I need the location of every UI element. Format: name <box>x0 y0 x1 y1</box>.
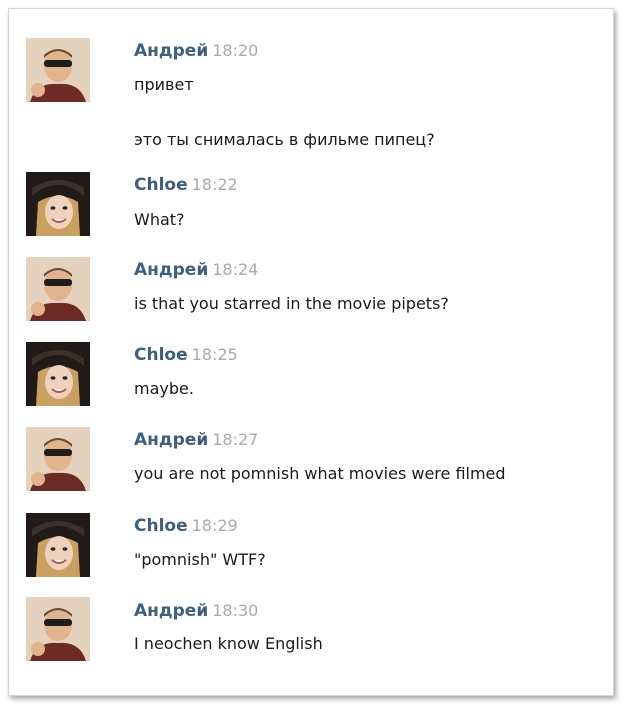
message-text: What? <box>134 210 185 229</box>
chloe-avatar[interactable] <box>26 172 90 236</box>
author-name[interactable]: Chloe <box>134 345 188 365</box>
message-author[interactable]: Андрей 18:27 <box>134 430 258 450</box>
message-text: это ты снималась в фильме пипец? <box>134 130 435 149</box>
message-time: 18:29 <box>191 516 238 535</box>
message-time: 18:27 <box>212 430 259 449</box>
message-author[interactable]: Андрей 18:30 <box>134 601 258 621</box>
andrey-avatar[interactable] <box>26 38 90 102</box>
author-name[interactable]: Андрей <box>134 601 208 621</box>
chloe-avatar[interactable] <box>26 513 90 577</box>
message-text: maybe. <box>134 379 194 398</box>
message-text: "pomnish" WTF? <box>134 550 266 569</box>
andrey-avatar-photo-icon <box>26 38 90 102</box>
author-name[interactable]: Андрей <box>134 260 208 280</box>
message-time: 18:30 <box>212 601 259 620</box>
andrey-avatar-photo-icon <box>26 257 90 321</box>
message-time: 18:22 <box>191 175 238 194</box>
message-text: привет <box>134 75 194 94</box>
author-name[interactable]: Chloe <box>134 175 188 195</box>
message-time: 18:25 <box>191 345 238 364</box>
chloe-avatar-photo-icon <box>26 513 90 577</box>
message-author[interactable]: Андрей 18:24 <box>134 260 258 280</box>
andrey-avatar-photo-icon <box>26 427 90 491</box>
message-time: 18:20 <box>212 41 259 60</box>
message-author[interactable]: Chloe 18:22 <box>134 175 238 195</box>
andrey-avatar[interactable] <box>26 597 90 661</box>
author-name[interactable]: Chloe <box>134 516 188 536</box>
chloe-avatar-photo-icon <box>26 342 90 406</box>
message-author[interactable]: Андрей 18:20 <box>134 41 258 61</box>
andrey-avatar-photo-icon <box>26 597 90 661</box>
message-text: is that you starred in the movie pipets? <box>134 294 449 313</box>
chat-window: Андрей 18:20 привет это ты снималась в фи… <box>8 8 614 696</box>
author-name[interactable]: Андрей <box>134 430 208 450</box>
chloe-avatar-photo-icon <box>26 172 90 236</box>
chloe-avatar[interactable] <box>26 342 90 406</box>
message-text: I neochen know English <box>134 634 323 653</box>
andrey-avatar[interactable] <box>26 427 90 491</box>
andrey-avatar[interactable] <box>26 257 90 321</box>
message-author[interactable]: Chloe 18:25 <box>134 345 238 365</box>
author-name[interactable]: Андрей <box>134 41 208 61</box>
message-text: you are not pomnish what movies were fil… <box>134 464 506 483</box>
message-author[interactable]: Chloe 18:29 <box>134 516 238 536</box>
message-time: 18:24 <box>212 260 259 279</box>
